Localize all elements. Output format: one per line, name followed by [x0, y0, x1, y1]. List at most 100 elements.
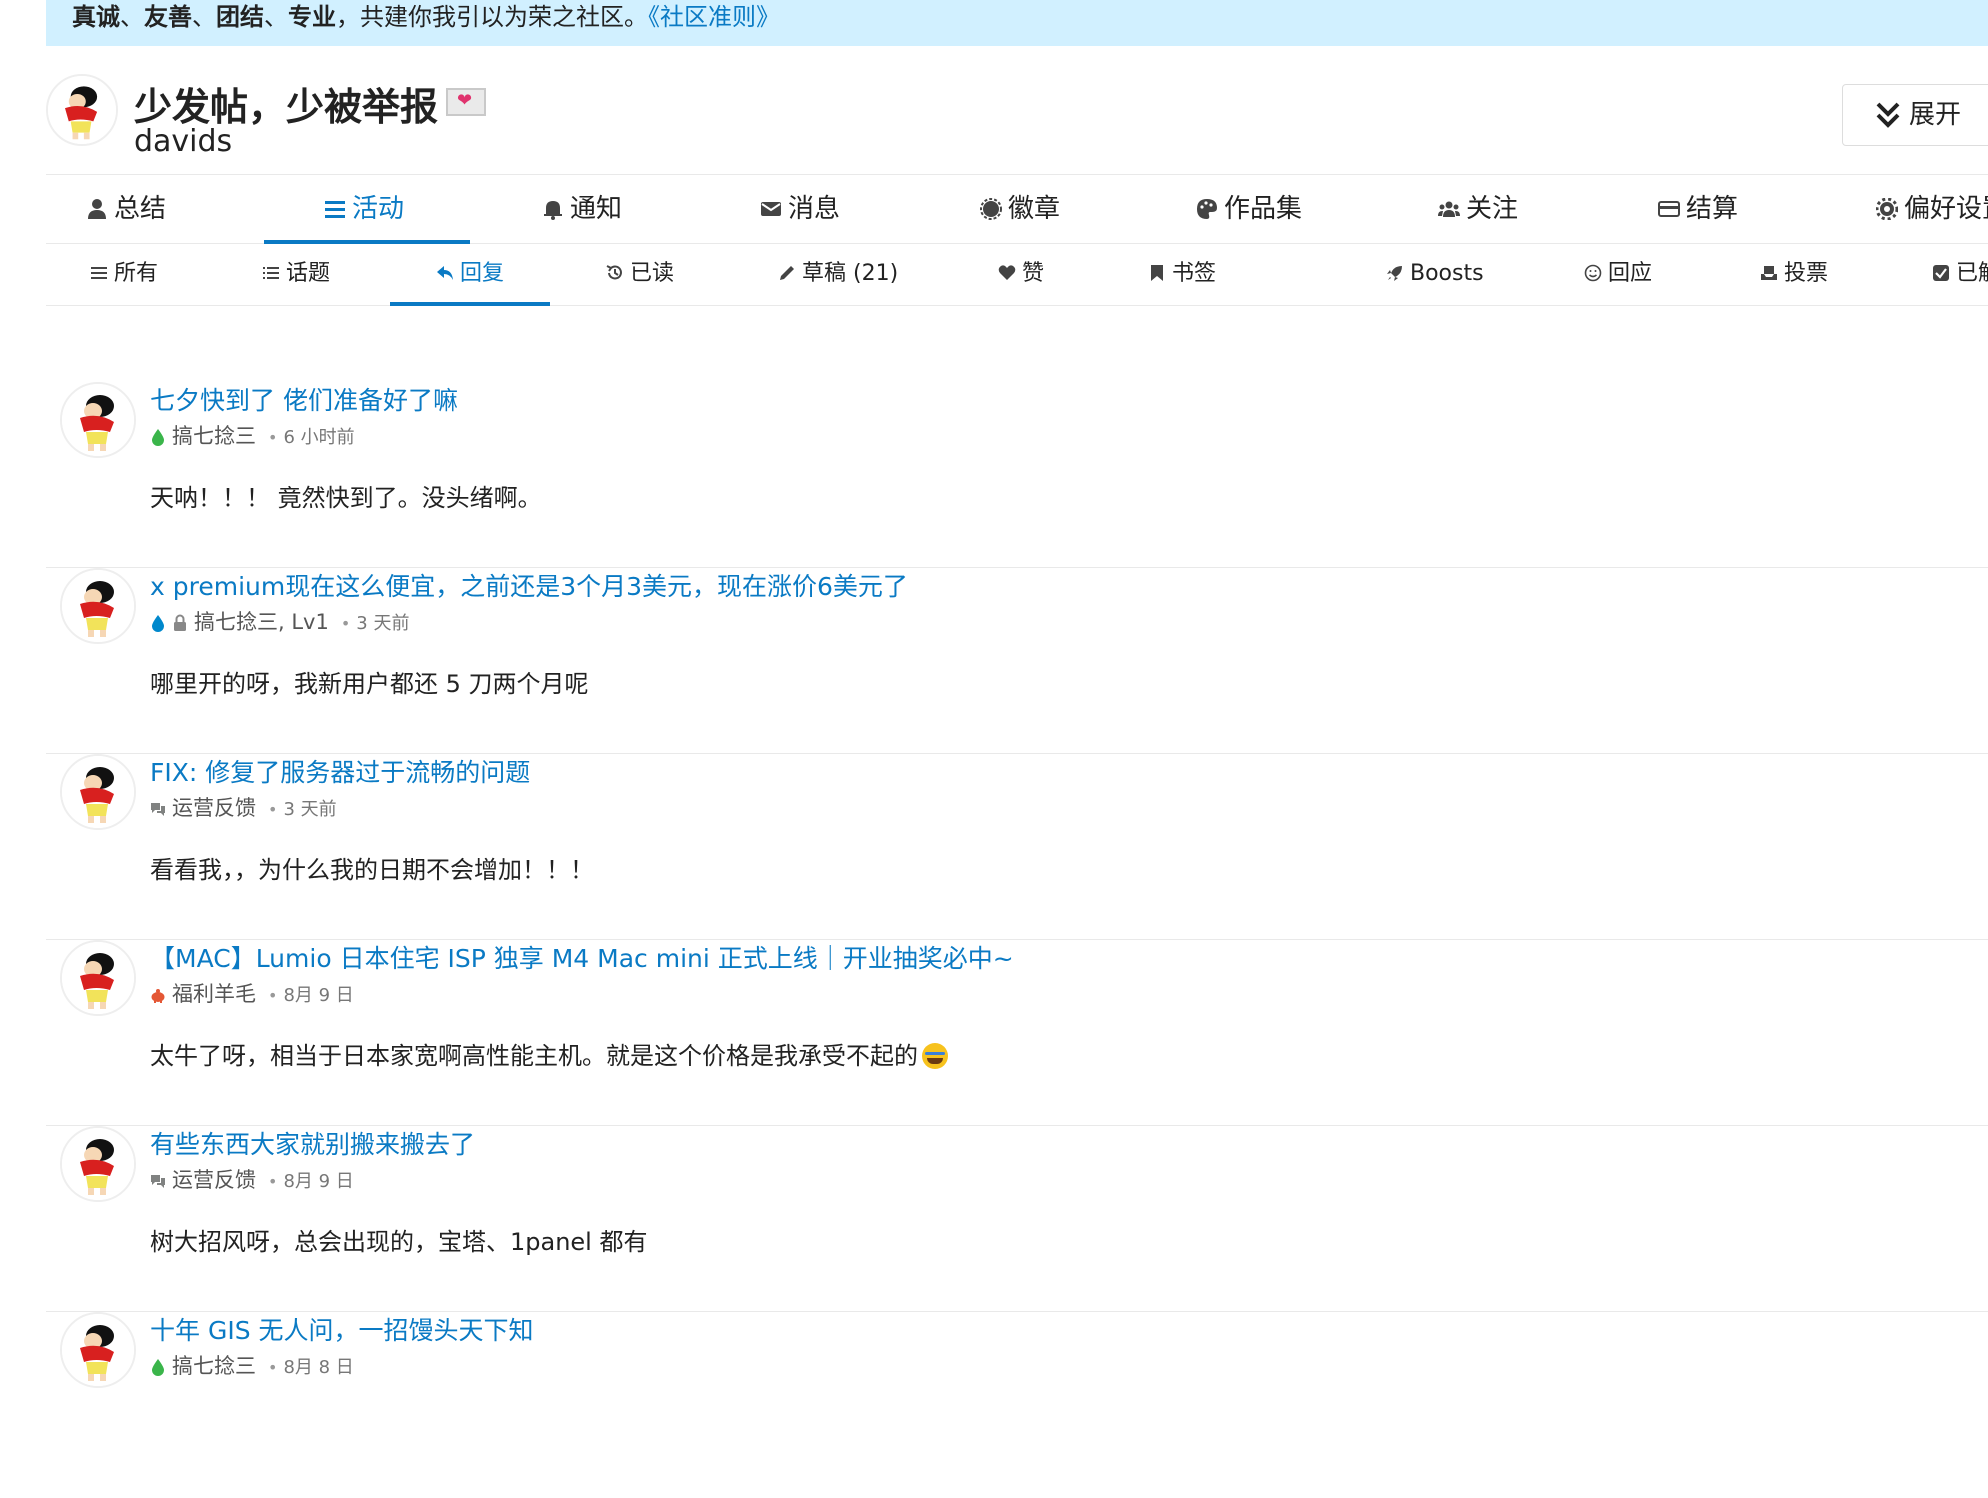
subtab-solved[interactable]: 已解决: [1932, 244, 1988, 305]
post-meta: 搞七捻三, Lv1 • 3 天前: [150, 606, 409, 636]
post-author-avatar[interactable]: [60, 382, 136, 458]
banner-text: ，共建你我引以为荣之社区。: [336, 3, 648, 31]
post-time: 3 天前: [283, 799, 337, 820]
user-display-name: 少发帖，少被举报: [134, 76, 487, 131]
list-item: FIX: 修复了服务器过于流畅的问题 运营反馈 • 3 天前 看看我，，为什么我的日…: [46, 754, 1988, 940]
subtab-label: 回应: [1608, 261, 1653, 286]
post-title-link[interactable]: 【MAC】Lumio 日本住宅 ISP 独享 M4 Mac mini 正式上线｜…: [150, 939, 1014, 975]
tab-preferences[interactable]: 偏好设置: [1876, 175, 1988, 243]
subtab-reactions[interactable]: 回应: [1584, 244, 1652, 305]
bookmark-icon: [1151, 265, 1163, 281]
reply-icon: [437, 266, 453, 280]
subtab-replies[interactable]: 回复: [436, 244, 504, 305]
tab-summary[interactable]: 总结: [86, 175, 166, 243]
user-name-text: 少发帖，少被举报: [134, 85, 439, 129]
banner-word-1: 真诚: [72, 3, 120, 31]
post-author-avatar[interactable]: [60, 754, 136, 830]
user-handle: davids: [134, 124, 233, 159]
post-author-avatar[interactable]: [60, 940, 136, 1016]
post-title-link[interactable]: 有些东西大家就别搬来搬去了: [150, 1125, 475, 1161]
category-link[interactable]: 搞七捻三, Lv1: [194, 610, 329, 634]
banner-word-3: 团结: [216, 3, 264, 31]
category-link[interactable]: 福利羊毛: [172, 982, 256, 1006]
banner-word-4: 专业: [288, 3, 336, 31]
list-item: 十年 GIS 无人问，一招馒头天下知 搞七捻三 • 8月 8 日: [46, 1312, 1988, 1498]
credit-card-icon: [1658, 201, 1680, 217]
avatar-image: [62, 1128, 134, 1200]
post-meta: 福利羊毛 • 8月 9 日: [150, 978, 354, 1008]
piggy-bank-icon: [151, 989, 165, 1003]
subtab-label: 投票: [1784, 261, 1829, 286]
banner-sep-2: 、: [192, 3, 216, 31]
subtab-votes[interactable]: 投票: [1760, 244, 1828, 305]
post-author-avatar[interactable]: [60, 1312, 136, 1388]
subtab-label: 已读: [630, 261, 675, 286]
tab-portfolio[interactable]: 作品集: [1196, 175, 1302, 243]
activity-sub-nav: 所有 话题 回复 已读 草稿 (21) 赞 书签 Boosts 回应 投票 已解…: [46, 244, 1988, 306]
subtab-likes[interactable]: 赞: [998, 244, 1044, 305]
post-title-link[interactable]: x premium现在这么便宜，之前还是3个月3美元，现在涨价6美元了: [150, 567, 908, 603]
droplet-green-icon: [152, 1359, 164, 1376]
tab-billing[interactable]: 结算: [1658, 175, 1738, 243]
bars-icon: [91, 267, 107, 279]
subtab-bookmarks[interactable]: 书签: [1148, 244, 1216, 305]
tab-badges[interactable]: 徽章: [980, 175, 1060, 243]
post-author-avatar[interactable]: [60, 568, 136, 644]
post-time: 8月 8 日: [283, 1357, 354, 1378]
subtab-drafts[interactable]: 草稿 (21): [778, 244, 898, 305]
expand-profile-button[interactable]: 展开: [1842, 84, 1988, 146]
list-item: 【MAC】Lumio 日本住宅 ISP 独享 M4 Mac mini 正式上线｜…: [46, 940, 1988, 1126]
separator-dot: •: [268, 428, 278, 447]
community-guidelines-link[interactable]: 《社区准则》: [648, 3, 780, 31]
subtab-all[interactable]: 所有: [90, 244, 158, 305]
bell-icon: [544, 201, 562, 220]
tab-label: 徽章: [1008, 194, 1061, 224]
category-link[interactable]: 运营反馈: [172, 796, 256, 820]
list-item: 七夕快到了 佬们准备好了嘛 搞七捻三 • 6 小时前 天呐！！！ 竟然快到了。没头绪…: [46, 382, 1988, 568]
subtab-label: Boosts: [1410, 261, 1484, 286]
active-subtab-indicator: [390, 302, 550, 306]
list-item: x premium现在这么便宜，之前还是3个月3美元，现在涨价6美元了 搞七捻三…: [46, 568, 1988, 754]
category-link[interactable]: 搞七捻三: [172, 424, 256, 448]
post-time: 3 天前: [356, 613, 410, 634]
post-title-link[interactable]: 七夕快到了 佬们准备好了嘛: [150, 381, 458, 417]
community-guidelines-banner: 真诚、友善、团结、专业，共建你我引以为荣之社区。《社区准则》: [46, 0, 1988, 46]
avatar-image: [62, 384, 134, 456]
subtab-read[interactable]: 已读: [606, 244, 674, 305]
comments-icon: [151, 803, 165, 816]
joy-emoji-icon: [922, 1043, 948, 1069]
post-meta: 搞七捻三 • 8月 8 日: [150, 1350, 354, 1380]
tab-notifications[interactable]: 通知: [542, 175, 622, 243]
separator-dot: •: [268, 986, 278, 1005]
tab-label: 偏好设置: [1904, 194, 1988, 224]
banner-word-2: 友善: [144, 3, 192, 31]
category-link[interactable]: 搞七捻三: [172, 1354, 256, 1378]
users-icon: [1438, 201, 1460, 217]
tab-label: 通知: [570, 194, 623, 224]
tab-follow[interactable]: 关注: [1438, 175, 1518, 243]
tab-label: 消息: [788, 194, 841, 224]
lock-icon: [174, 614, 186, 631]
separator-dot: •: [268, 1172, 278, 1191]
inbox-icon: [1761, 266, 1777, 280]
subtab-label: 草稿 (21): [802, 261, 899, 286]
post-title-link[interactable]: 十年 GIS 无人问，一招馒头天下知: [150, 1311, 534, 1347]
love-letter-emoji-icon: [446, 88, 487, 116]
tab-messages[interactable]: 消息: [760, 175, 840, 243]
post-author-avatar[interactable]: [60, 1126, 136, 1202]
subtab-label: 赞: [1022, 261, 1045, 286]
tab-label: 结算: [1686, 194, 1739, 224]
subtab-topics[interactable]: 话题: [262, 244, 330, 305]
category-link[interactable]: 运营反馈: [172, 1168, 256, 1192]
avatar-image: [62, 570, 134, 642]
history-icon: [606, 265, 622, 280]
tab-activity[interactable]: 活动: [324, 175, 404, 243]
profile-main-nav: 总结 活动 通知 消息 徽章 作品集 关注 结算 偏好设置: [46, 174, 1988, 244]
post-title-link[interactable]: FIX: 修复了服务器过于流畅的问题: [150, 753, 530, 789]
envelope-icon: [761, 202, 781, 216]
subtab-label: 所有: [114, 261, 159, 286]
avatar-image: [62, 1314, 134, 1386]
chevron-double-down-icon: [1876, 102, 1900, 128]
user-avatar[interactable]: [46, 74, 118, 146]
subtab-boosts[interactable]: Boosts: [1386, 244, 1484, 305]
